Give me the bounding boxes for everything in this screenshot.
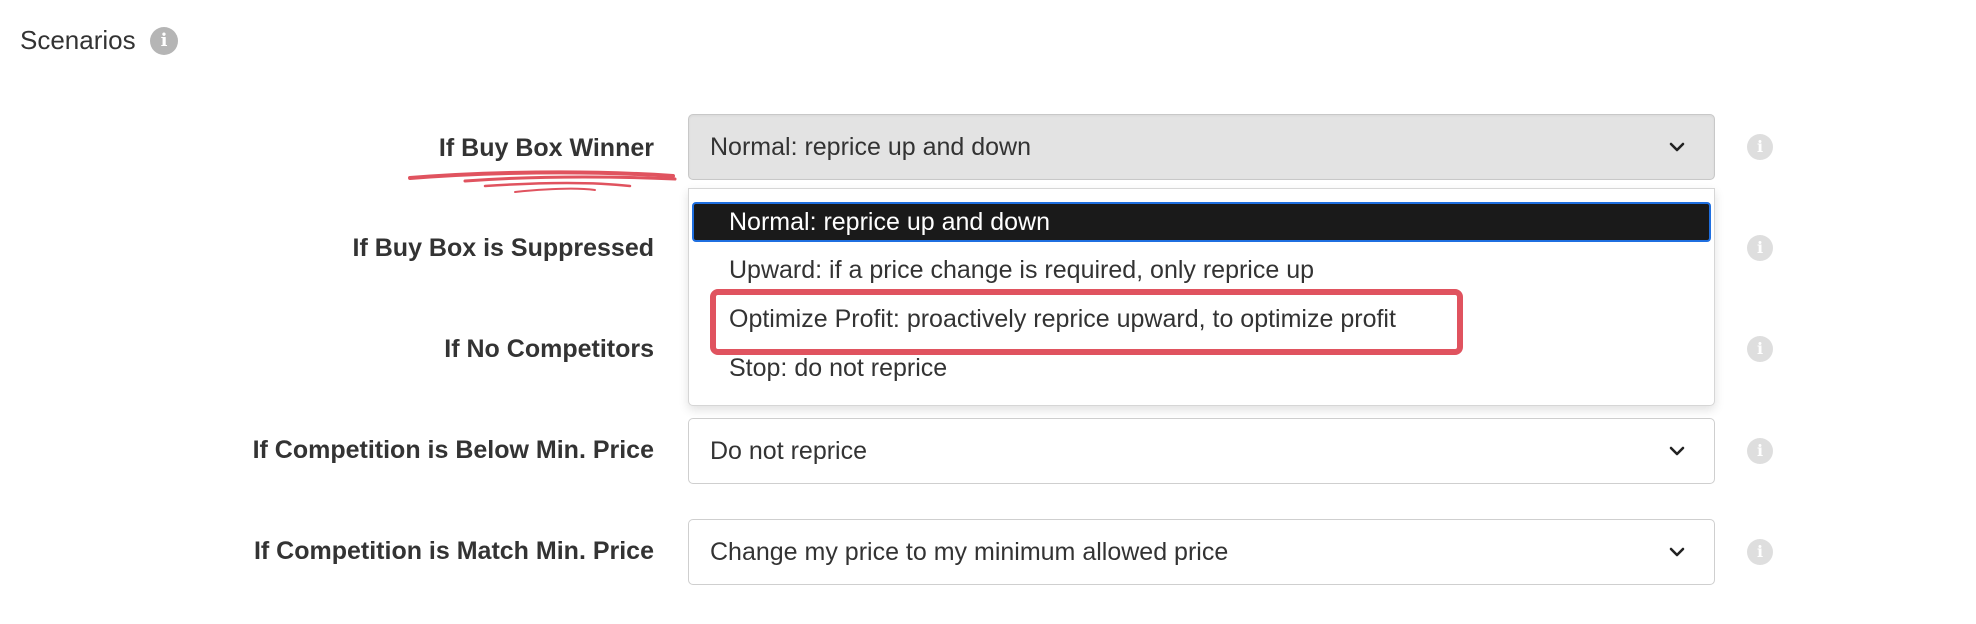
info-icon[interactable]: i xyxy=(1747,539,1773,565)
label-no-competitors: If No Competitors xyxy=(444,335,654,363)
annotation-underline xyxy=(408,170,677,193)
dropdown-option-normal[interactable]: Normal: reprice up and down xyxy=(692,202,1711,242)
select-competition-below-min[interactable]: Do not reprice xyxy=(688,418,1715,484)
select-competition-match-min[interactable]: Change my price to my minimum allowed pr… xyxy=(688,519,1715,585)
dropdown-option-upward[interactable]: Upward: if a price change is required, o… xyxy=(729,252,1314,288)
label-competition-match-min: If Competition is Match Min. Price xyxy=(253,537,654,565)
section-title: Scenarios xyxy=(20,25,136,55)
annotation-highlight-box xyxy=(710,289,1463,355)
select-value: Do not reprice xyxy=(710,437,868,465)
chevron-down-icon xyxy=(1669,142,1685,152)
dropdown-option-stop[interactable]: Stop: do not reprice xyxy=(729,350,947,386)
info-icon[interactable]: i xyxy=(150,27,178,55)
label-buy-box-suppressed: If Buy Box is Suppressed xyxy=(352,234,654,262)
chevron-down-icon xyxy=(1669,446,1685,456)
info-icon[interactable]: i xyxy=(1747,235,1773,261)
select-value: Change my price to my minimum allowed pr… xyxy=(710,538,1229,566)
label-competition-below-min: If Competition is Below Min. Price xyxy=(252,436,654,464)
chevron-down-icon xyxy=(1669,547,1685,557)
select-buy-box-winner[interactable]: Normal: reprice up and down xyxy=(688,114,1715,180)
info-icon[interactable]: i xyxy=(1747,438,1773,464)
info-icon[interactable]: i xyxy=(1747,134,1773,160)
info-icon[interactable]: i xyxy=(1747,336,1773,362)
select-value: Normal: reprice up and down xyxy=(710,133,1031,161)
label-buy-box-winner: If Buy Box Winner xyxy=(438,134,654,162)
